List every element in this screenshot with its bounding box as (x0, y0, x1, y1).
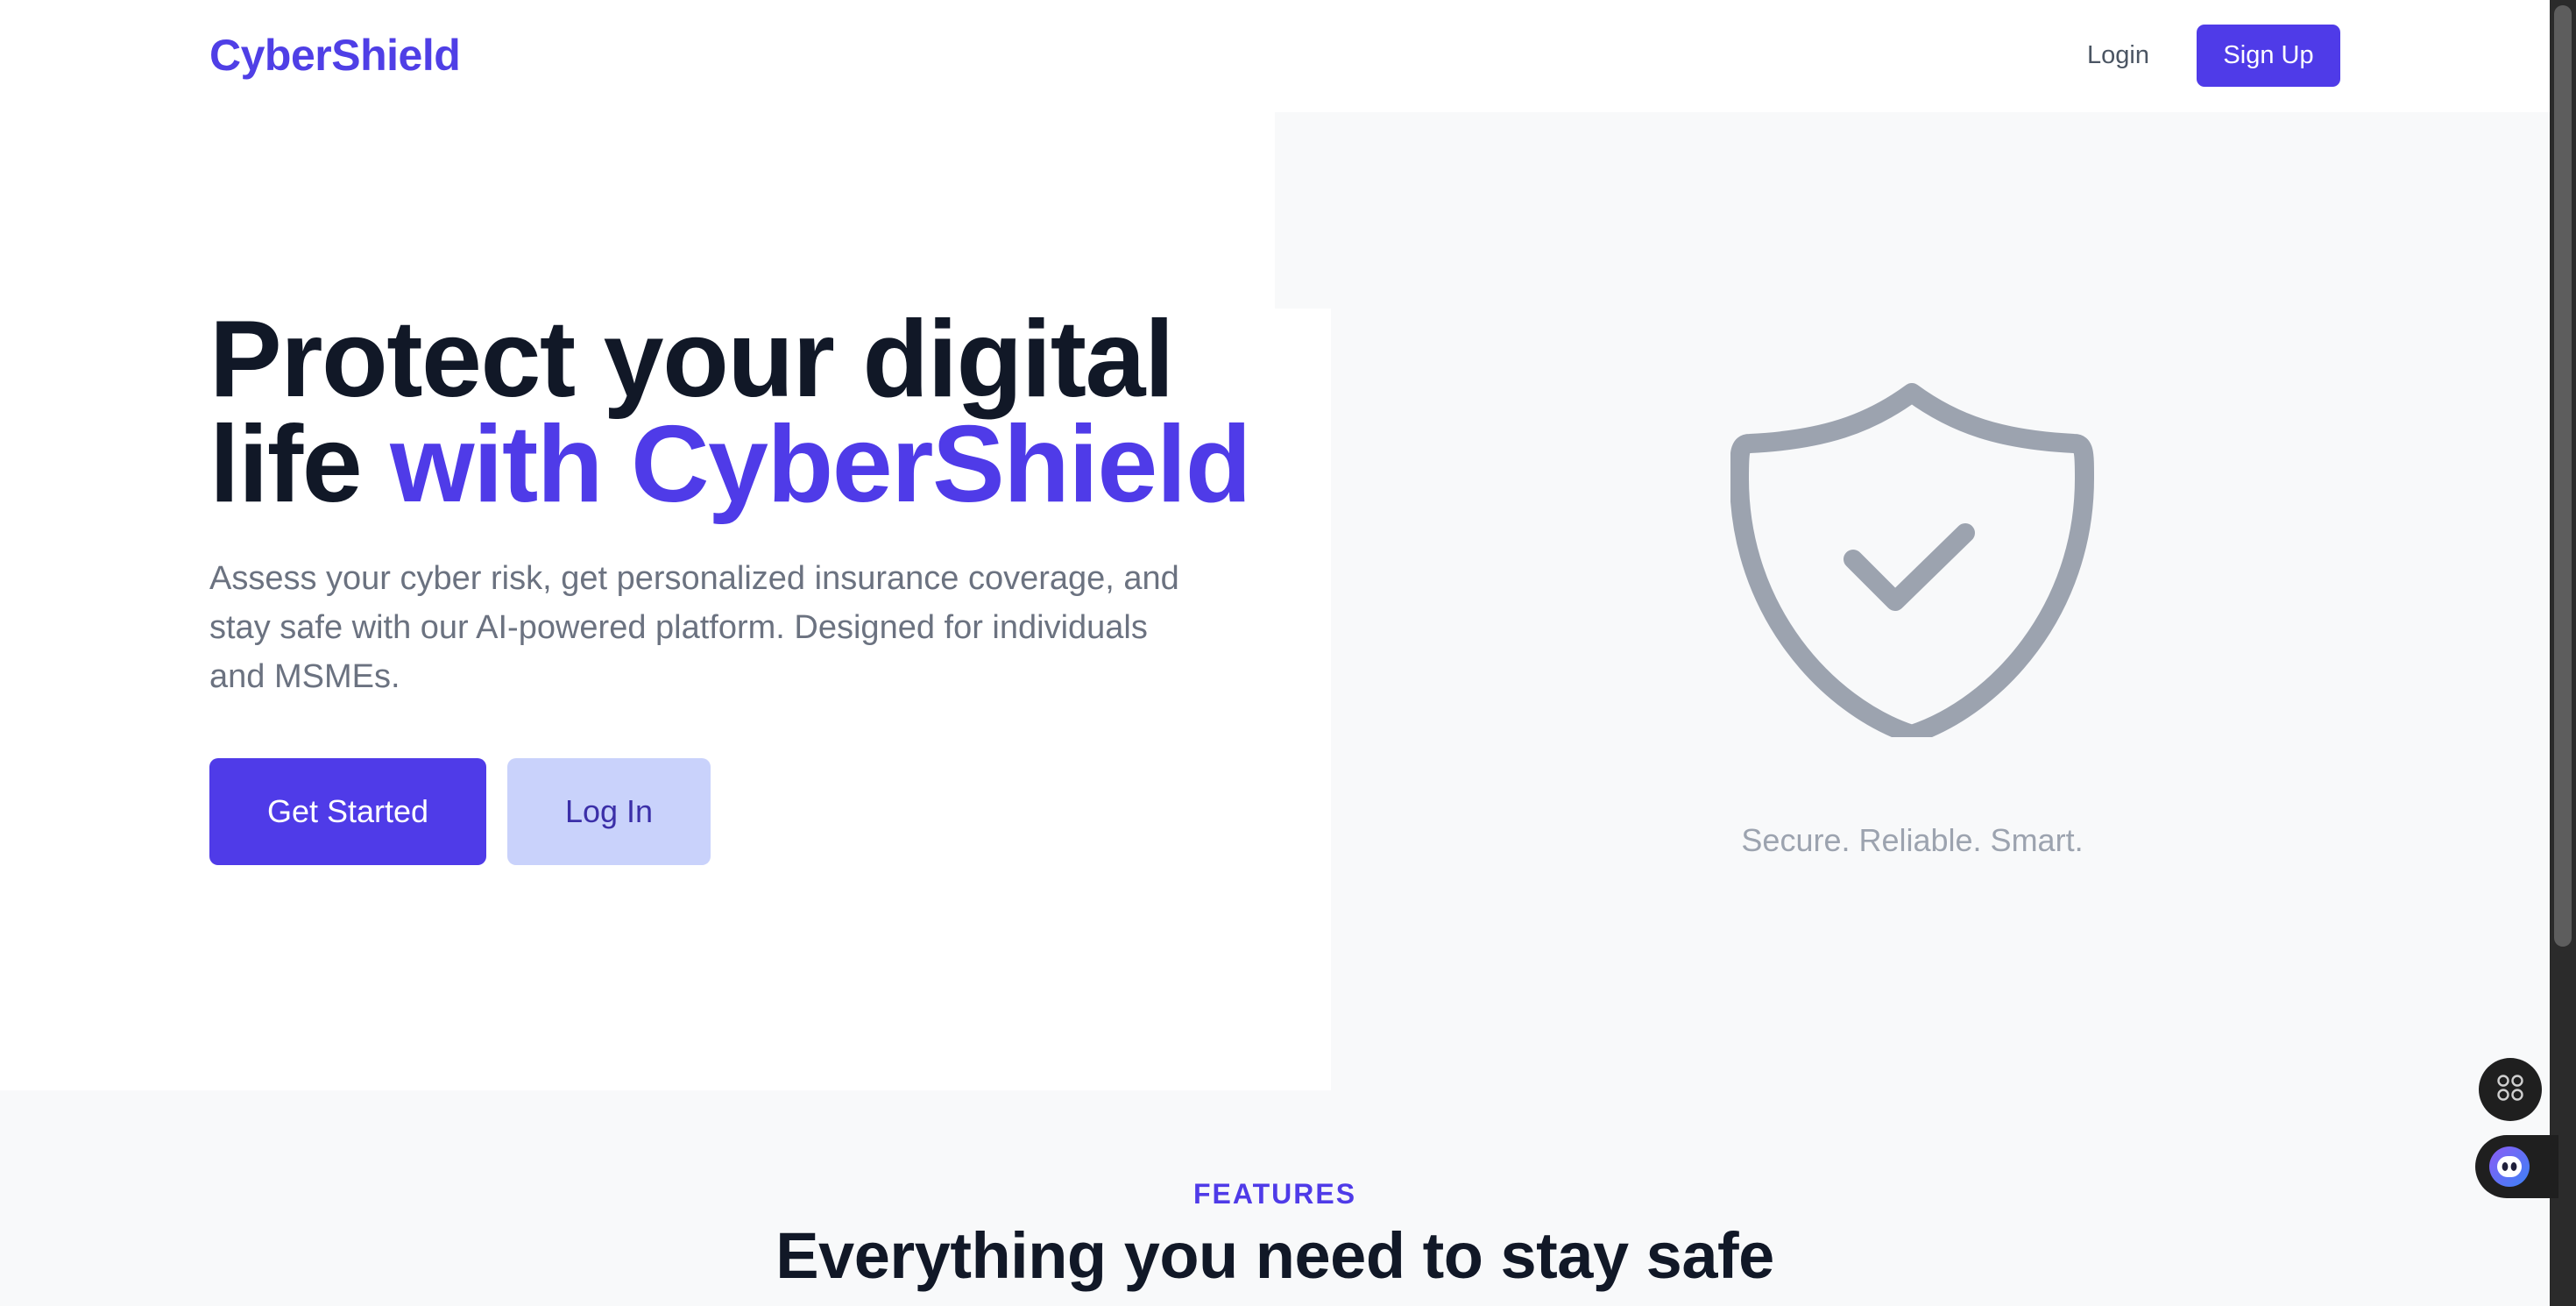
command-grid-icon (2495, 1073, 2525, 1107)
features-eyebrow: FEATURES (1192, 1178, 1357, 1210)
top-navbar: CyberShield Login Sign Up (0, 0, 2550, 112)
hero-tagline: Secure. Reliable. Smart. (1741, 822, 2084, 858)
get-started-button[interactable]: Get Started (209, 758, 486, 865)
hero-headline: Protect your digital life with CyberShie… (209, 305, 1348, 519)
hero-subtext: Assess your cyber risk, get personalized… (209, 560, 1179, 695)
nav-login-link[interactable]: Login (2087, 41, 2149, 70)
hero-headline-accent: with CyberShield (390, 404, 1251, 525)
assistant-launcher-button[interactable] (2475, 1135, 2558, 1198)
log-in-button[interactable]: Log In (507, 758, 711, 865)
features-title: Everything you need to stay safe (775, 1219, 1774, 1292)
shield-check-icon (1730, 382, 2094, 744)
assistant-face-icon (2489, 1146, 2530, 1187)
scrollbar-thumb[interactable] (2554, 5, 2572, 947)
command-grid-button[interactable] (2479, 1058, 2542, 1121)
brand-logo[interactable]: CyberShield (209, 30, 461, 81)
nav-signup-button[interactable]: Sign Up (2197, 25, 2340, 87)
hero-right-panel-top (1275, 112, 2550, 309)
